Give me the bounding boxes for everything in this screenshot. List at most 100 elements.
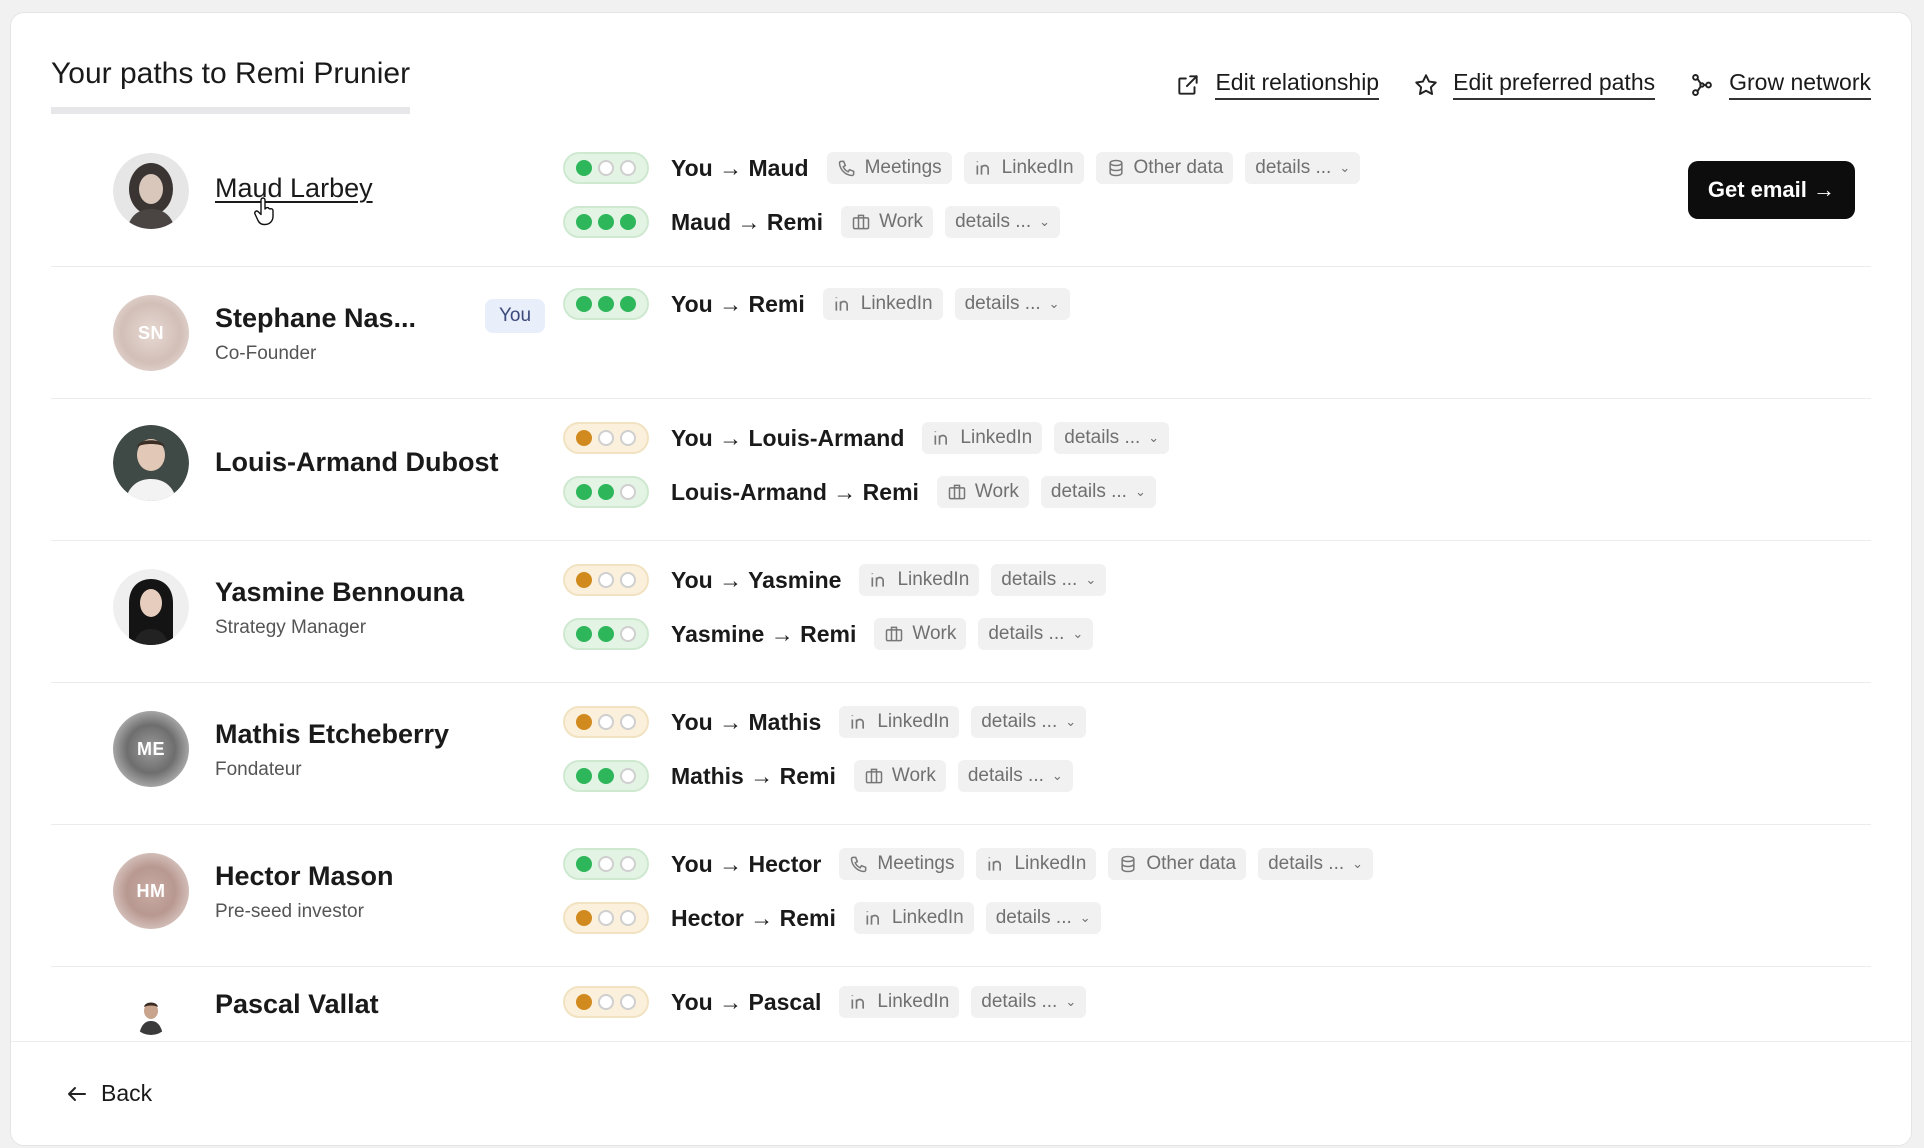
- tag-linkedin: LinkedIn: [859, 564, 980, 596]
- edit-relationship-label: Edit relationship: [1215, 69, 1380, 100]
- tag-linkedin: LinkedIn: [922, 422, 1043, 454]
- linkedin-icon: [866, 911, 879, 925]
- tag-other-data: Other data: [1095, 152, 1234, 184]
- chevron-down-icon: ⌄: [1072, 626, 1084, 641]
- tag-linkedin: LinkedIn: [963, 152, 1084, 184]
- avatar: [113, 569, 189, 645]
- chevron-down-icon: ⌄: [1039, 214, 1051, 229]
- details-dropdown[interactable]: details ... ⌄: [1054, 422, 1170, 454]
- back-label: Back: [101, 1080, 153, 1106]
- path-line: You → Remi LinkedIn details ... ⌄: [563, 287, 1082, 321]
- chevron-down-icon: ⌄: [1352, 856, 1364, 871]
- details-dropdown[interactable]: details ... ⌄: [1040, 476, 1156, 508]
- details-dropdown[interactable]: details ... ⌄: [971, 706, 1087, 738]
- avatar: HM: [113, 853, 189, 929]
- path-line: Maud → Remi Work details ... ⌄: [563, 205, 1072, 239]
- edit-preferred-paths-button[interactable]: Edit preferred paths: [1413, 69, 1656, 100]
- person: ME Mathis Etcheberry Fondateur: [113, 683, 533, 824]
- path-line: You → Mathis LinkedIn details ... ⌄: [563, 705, 1098, 739]
- tag-linkedin: LinkedIn: [822, 288, 943, 320]
- star-icon: [1415, 73, 1437, 95]
- person-name[interactable]: Mathis Etcheberry: [215, 719, 449, 750]
- path-line: Louis-Armand → Remi Work details ... ⌄: [563, 475, 1168, 509]
- grow-network-label: Grow network: [1729, 69, 1871, 100]
- avatar: ME: [113, 711, 189, 787]
- path-label: You → Maud: [671, 154, 809, 181]
- network-icon: [1692, 73, 1712, 96]
- person-photo-icon: [113, 425, 189, 501]
- chevron-down-icon: ⌄: [1134, 484, 1146, 499]
- person-name[interactable]: Pascal Vallat: [215, 989, 379, 1020]
- back-button[interactable]: Back: [65, 1080, 152, 1107]
- avatar: [113, 425, 189, 501]
- briefcase-icon: [852, 214, 870, 230]
- tag-other-data: Other data: [1108, 848, 1247, 880]
- linkedin-icon: [976, 161, 989, 175]
- path-line: You → Maud Meetings LinkedIn Other data …: [563, 151, 1372, 185]
- strength-indicator: [563, 706, 649, 738]
- path-label: Yasmine → Remi: [671, 620, 857, 647]
- details-dropdown[interactable]: details ... ⌄: [978, 618, 1094, 650]
- person-name[interactable]: Yasmine Bennouna: [215, 577, 464, 608]
- chevron-down-icon: ⌄: [1048, 296, 1060, 311]
- database-icon: [1121, 855, 1135, 873]
- person-name[interactable]: Hector Mason: [215, 861, 394, 892]
- path-label: You → Yasmine: [671, 566, 842, 593]
- header: Your paths to Remi Prunier Edit relation…: [51, 57, 1871, 127]
- strength-indicator: [563, 986, 649, 1018]
- path-label: You → Louis-Armand: [671, 424, 905, 451]
- briefcase-icon: [948, 484, 966, 500]
- details-dropdown[interactable]: details ... ⌄: [954, 288, 1070, 320]
- details-dropdown[interactable]: details ... ⌄: [985, 902, 1101, 934]
- person-title: Co-Founder: [215, 343, 317, 364]
- path-line: Mathis → Remi Work details ... ⌄: [563, 759, 1085, 793]
- phone-icon: [851, 856, 867, 873]
- details-dropdown[interactable]: details ... ⌄: [971, 986, 1087, 1018]
- path-line: You → Hector Meetings LinkedIn Other dat…: [563, 847, 1385, 881]
- path-row: Pascal Vallat You → Pascal LinkedIn deta…: [51, 967, 1871, 1040]
- grow-network-button[interactable]: Grow network: [1689, 69, 1871, 100]
- person: HM Hector Mason Pre-seed investor: [113, 825, 533, 966]
- header-actions: Edit relationship Edit preferred paths G…: [1175, 69, 1871, 100]
- details-dropdown[interactable]: details ... ⌄: [1245, 152, 1361, 184]
- path-label: You → Remi: [671, 290, 805, 317]
- person-photo-icon: [113, 569, 189, 645]
- linkedin-icon: [988, 857, 1002, 871]
- tag-meetings: Meetings: [839, 848, 965, 880]
- strength-indicator: [563, 206, 649, 238]
- person-title: Pre-seed investor: [215, 901, 364, 922]
- chevron-down-icon: ⌄: [1051, 768, 1063, 783]
- person-name[interactable]: Maud Larbey: [215, 173, 373, 204]
- details-dropdown[interactable]: details ... ⌄: [1258, 848, 1374, 880]
- person: Yasmine Bennouna Strategy Manager: [113, 541, 533, 682]
- strength-indicator: [563, 618, 649, 650]
- strength-indicator: [563, 476, 649, 508]
- details-dropdown[interactable]: details ... ⌄: [991, 564, 1107, 596]
- linkedin-icon: [871, 573, 885, 587]
- person-title: Strategy Manager: [215, 617, 367, 638]
- external-link-icon: [1178, 74, 1199, 95]
- avatar: [113, 153, 189, 229]
- strength-indicator: [563, 564, 649, 596]
- tag-linkedin: LinkedIn: [976, 848, 1097, 880]
- details-dropdown[interactable]: details ... ⌄: [945, 206, 1061, 238]
- path-label: Hector → Remi: [671, 904, 836, 931]
- briefcase-icon: [886, 626, 903, 642]
- path-line: Yasmine → Remi Work details ... ⌄: [563, 617, 1105, 651]
- person-title: Fondateur: [215, 759, 302, 780]
- person-name[interactable]: Louis-Armand Dubost: [215, 447, 499, 478]
- path-label: You → Pascal: [671, 988, 822, 1015]
- path-label: Louis-Armand → Remi: [671, 478, 919, 505]
- phone-icon: [838, 160, 854, 177]
- strength-indicator: [563, 288, 649, 320]
- person-name[interactable]: Stephane Nas...: [215, 303, 416, 334]
- edit-relationship-button[interactable]: Edit relationship: [1175, 69, 1380, 100]
- path-row: Maud Larbey You → Maud Meetings LinkedIn…: [51, 145, 1871, 267]
- details-dropdown[interactable]: details ... ⌄: [957, 760, 1073, 792]
- path-line: You → Louis-Armand LinkedIn details ... ⌄: [563, 421, 1181, 455]
- tag-linkedin: LinkedIn: [853, 902, 974, 934]
- get-email-button[interactable]: Get email →: [1687, 161, 1855, 219]
- edit-preferred-paths-label: Edit preferred paths: [1453, 69, 1656, 100]
- strength-indicator: [563, 152, 649, 184]
- database-icon: [1108, 159, 1123, 177]
